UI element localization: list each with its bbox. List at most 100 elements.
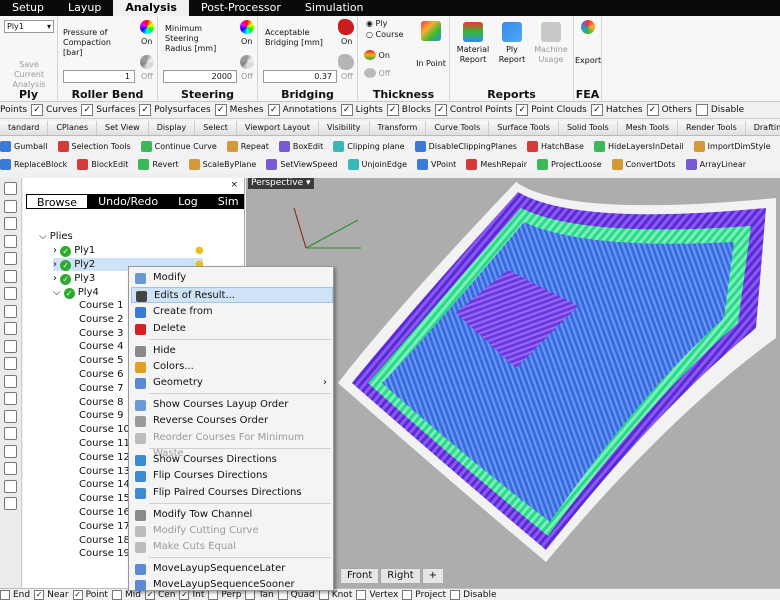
course-item[interactable]: Course 13 (79, 466, 130, 477)
panel-tab-browse[interactable]: Browse (26, 194, 89, 209)
osnap-checkbox[interactable]: ✓ (34, 589, 45, 600)
filter-checkbox[interactable]: ✓ (516, 104, 529, 116)
menu-item-flip-paired-courses-directions[interactable]: Flip Paired Courses Directions (131, 485, 333, 501)
roller-off[interactable]: Off (141, 72, 153, 81)
tool-meshrepair[interactable]: MeshRepair (466, 158, 527, 170)
osnap-checkbox[interactable] (402, 589, 413, 600)
tool-scalebyplane[interactable]: ScaleByPlane (188, 158, 256, 170)
filter-checkbox[interactable]: ✓ (81, 104, 94, 116)
tool-selection-tools[interactable]: Selection Tools (57, 140, 131, 152)
course-item[interactable]: Course 14 (79, 479, 130, 490)
left-tool-5-icon[interactable] (4, 252, 17, 265)
filter-checkbox[interactable]: ✓ (267, 104, 280, 116)
expand-chevron-icon[interactable]: › (53, 273, 60, 284)
save-analysis-button[interactable]: Save Current Analysis (3, 60, 55, 90)
ply-select[interactable]: Ply1 (4, 20, 54, 33)
left-tool-3-icon[interactable] (4, 217, 17, 230)
tab-analysis[interactable]: Analysis (113, 0, 189, 16)
tab-post-processor[interactable]: Post-Processor (189, 0, 293, 16)
filter-disable[interactable]: Disable (695, 104, 744, 116)
menu-item-flip-courses-directions[interactable]: Flip Courses Directions (131, 468, 333, 484)
toolbar-tab-mesh-tools[interactable]: Mesh Tools (617, 121, 678, 135)
tool-hatchbase[interactable]: HatchBase (526, 140, 584, 152)
color-wheel-off-icon[interactable] (240, 55, 254, 69)
course-item[interactable]: Course 1 (79, 300, 123, 311)
bridging-off[interactable]: Off (341, 72, 353, 81)
steering-off[interactable]: Off (241, 72, 253, 81)
steering-input[interactable]: 2000 (163, 70, 237, 83)
color-wheel-off-icon[interactable] (140, 55, 154, 69)
close-panel-icon[interactable]: × (230, 180, 238, 190)
thickness-ply-radio[interactable]: ◉ Ply (366, 19, 387, 29)
menu-item-geometry[interactable]: Geometry › (131, 375, 333, 391)
course-item[interactable]: Course 16 (79, 507, 130, 518)
tool-projectloose[interactable]: ProjectLoose (537, 158, 602, 170)
course-item[interactable]: Course 2 (79, 314, 123, 325)
course-item[interactable]: Course 9 (79, 410, 123, 421)
tool-vpoint[interactable]: VPoint (416, 158, 456, 170)
pressure-input[interactable]: 1 (63, 70, 135, 83)
tool-hidelayersindetail[interactable]: HideLayersInDetail (593, 140, 684, 152)
tab-simulation[interactable]: Simulation (293, 0, 376, 16)
tab-layup[interactable]: Layup (56, 0, 113, 16)
filter-checkbox[interactable]: ✓ (31, 104, 44, 116)
left-tool-17-icon[interactable] (4, 462, 17, 475)
tool-repeat[interactable]: Repeat (226, 140, 269, 152)
menu-item-reverse-courses-order[interactable]: Reverse Courses Order (131, 413, 333, 429)
menu-item-hide[interactable]: Hide (131, 343, 333, 359)
tool-gumball[interactable]: Gumball (0, 140, 48, 152)
menu-item-edits-of-result[interactable]: Edits of Result... (131, 287, 333, 303)
ply-item-ply1[interactable]: › ✓ Ply1 (53, 244, 203, 257)
filter-others[interactable]: ✓ Others (646, 104, 692, 116)
expand-chevron-icon[interactable]: › (53, 245, 60, 256)
osnap-checkbox[interactable] (111, 589, 122, 600)
osnap-near[interactable]: ✓ Near (34, 589, 69, 600)
course-item[interactable]: Course 12 (79, 452, 130, 463)
panel-tab-log[interactable]: Log (168, 194, 208, 209)
left-tool-13-icon[interactable] (4, 392, 17, 405)
tool-clipping-plane[interactable]: Clipping plane (333, 140, 405, 152)
bridging-shape-icon[interactable] (338, 19, 354, 35)
left-tool-1-icon[interactable] (4, 182, 17, 195)
toolbar-tab-render-tools[interactable]: Render Tools (678, 121, 746, 135)
filter-surfaces[interactable]: ✓ Surfaces (81, 104, 135, 116)
tool-replaceblock[interactable]: ReplaceBlock (0, 158, 67, 170)
machine-usage-button[interactable]: Machine Usage (532, 22, 570, 65)
thickness-course-radio[interactable]: ○ Course (366, 30, 403, 40)
toolbar-tab-viewport-layout[interactable]: Viewport Layout (236, 121, 320, 135)
osnap-checkbox[interactable]: ✓ (72, 589, 83, 600)
color-wheel-icon[interactable] (140, 20, 154, 34)
filter-checkbox[interactable]: ✓ (386, 104, 399, 116)
plies-root[interactable]: ⌵ Plies (39, 230, 73, 243)
left-tool-2-icon[interactable] (4, 199, 17, 213)
course-item[interactable]: Course 11 (79, 438, 130, 449)
osnap-vertex[interactable]: Vertex (356, 589, 398, 600)
filter-control-points[interactable]: ✓ Control Points (434, 104, 512, 116)
menu-item-movelayupsequencelater[interactable]: MoveLayupSequenceLater (131, 561, 333, 577)
bridging-shape-off-icon[interactable] (338, 54, 354, 70)
course-item[interactable]: Course 4 (79, 341, 123, 352)
filter-hatches[interactable]: ✓ Hatches (590, 104, 643, 116)
filter-checkbox[interactable]: ✓ (590, 104, 603, 116)
filter-points[interactable]: Points (0, 105, 27, 115)
left-tool-12-icon[interactable] (4, 374, 17, 388)
filter-checkbox[interactable]: ✓ (214, 104, 227, 116)
panel-tab-undo-redo[interactable]: Undo/Redo (88, 194, 168, 209)
filter-checkbox[interactable]: ✓ (340, 104, 353, 116)
roller-on[interactable]: On (141, 37, 152, 46)
toolbar-tab-display[interactable]: Display (148, 121, 196, 135)
osnap-checkbox[interactable] (0, 589, 10, 600)
collapse-chevron-icon[interactable]: ⌵ (53, 287, 64, 298)
osnap-end[interactable]: End (0, 589, 30, 600)
toolbar-tab-curve-tools[interactable]: Curve Tools (426, 121, 490, 135)
thickness-off[interactable]: Off (364, 68, 390, 79)
filter-meshes[interactable]: ✓ Meshes (214, 104, 264, 116)
filter-curves[interactable]: ✓ Curves (31, 104, 77, 116)
expand-chevron-icon[interactable]: › (53, 259, 60, 270)
left-tool-6-icon[interactable] (4, 269, 17, 283)
export-button[interactable]: Export (575, 20, 601, 66)
left-tool-8-icon[interactable] (4, 304, 17, 318)
course-item[interactable]: Course 18 (79, 535, 130, 546)
osnap-disable[interactable]: Disable (450, 589, 496, 600)
filter-checkbox[interactable]: ✓ (139, 104, 152, 116)
